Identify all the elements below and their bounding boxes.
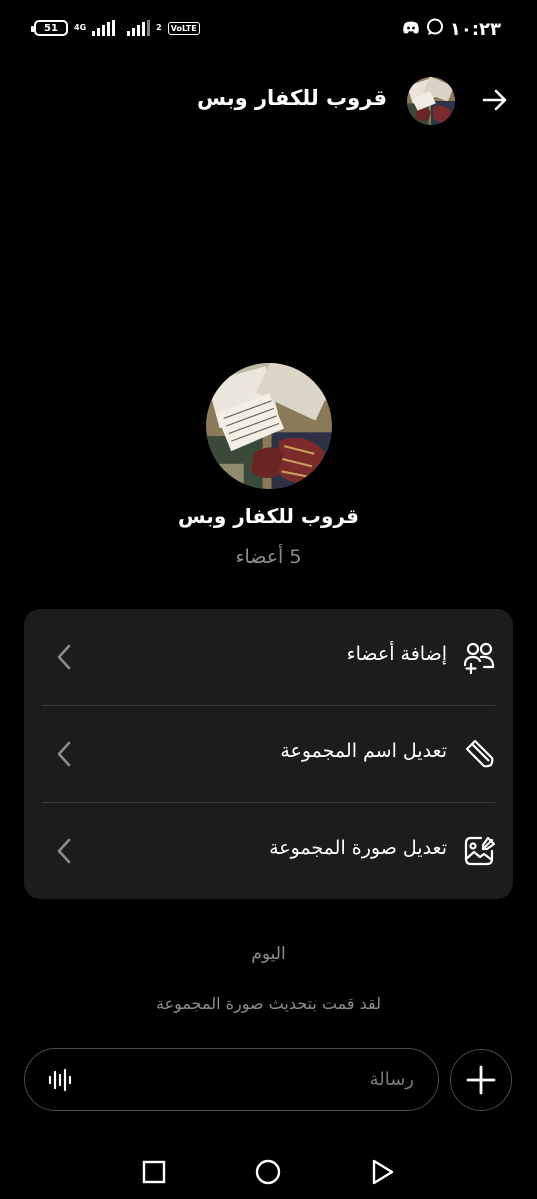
voice-message-icon[interactable] <box>47 1067 73 1093</box>
arrow-right-icon <box>482 89 507 111</box>
network-type: 4G <box>74 23 87 32</box>
clock: ١٠:٢٣ <box>449 18 501 40</box>
message-input[interactable]: رسالة <box>24 1048 439 1111</box>
chevron-left-icon <box>48 738 80 770</box>
app-header: قروب للكفار وبس <box>0 72 537 130</box>
back-nav-button[interactable] <box>366 1156 398 1188</box>
group-name: قروب للكفار وبس <box>178 504 359 528</box>
signal-icon <box>92 20 116 36</box>
sim2-label: 2 <box>156 23 162 32</box>
triangle-back-icon <box>372 1159 394 1185</box>
chevron-left-icon <box>48 641 80 673</box>
home-button[interactable] <box>252 1156 284 1188</box>
add-members-icon <box>461 639 497 675</box>
status-bar: 51 4G 2 VoLTE ١٠:٢٣ <box>0 0 537 60</box>
message-placeholder: رسالة <box>369 1069 414 1090</box>
chat-bubble-icon <box>426 18 444 40</box>
member-count[interactable]: 5 أعضاء <box>0 546 537 568</box>
signal-2-icon <box>127 20 151 36</box>
back-button[interactable] <box>479 84 511 116</box>
system-message: لقد قمت بتحديث صورة المجموعة <box>156 994 381 1013</box>
header-title[interactable]: قروب للكفار وبس <box>197 86 387 110</box>
edit-photo-label: تعديل صورة المجموعة <box>269 837 447 859</box>
edit-photo-row[interactable]: تعديل صورة المجموعة <box>24 803 513 899</box>
edit-name-row[interactable]: تعديل اسم المجموعة <box>24 706 513 802</box>
group-avatar-small[interactable] <box>407 77 455 125</box>
recents-button[interactable] <box>138 1156 170 1188</box>
square-icon <box>142 1160 166 1184</box>
status-right: ١٠:٢٣ <box>402 18 501 40</box>
battery-icon: 51 <box>31 20 68 36</box>
chevron-left-icon <box>48 835 80 867</box>
group-avatar[interactable] <box>206 363 332 489</box>
group-info-screen: 51 4G 2 VoLTE ١٠:٢٣ قروب للكفار وبس قروب… <box>0 0 537 1199</box>
add-members-label: إضافة أعضاء <box>346 643 447 665</box>
volte-badge: VoLTE <box>167 21 200 35</box>
add-members-row[interactable]: إضافة أعضاء <box>24 609 513 705</box>
plus-icon <box>466 1065 496 1095</box>
battery-level: 51 <box>44 22 58 34</box>
day-separator: اليوم <box>251 944 286 964</box>
pencil-icon <box>461 736 497 772</box>
system-nav-bar <box>0 1148 537 1194</box>
edit-image-icon <box>461 833 497 869</box>
attach-button[interactable] <box>450 1049 512 1111</box>
discord-icon <box>402 20 420 39</box>
edit-name-label: تعديل اسم المجموعة <box>280 740 447 762</box>
group-actions-card: إضافة أعضاء تعديل اسم المجموعة تعديل صور… <box>24 609 513 899</box>
circle-icon <box>255 1159 281 1185</box>
status-left: 51 4G 2 VoLTE <box>31 20 200 36</box>
